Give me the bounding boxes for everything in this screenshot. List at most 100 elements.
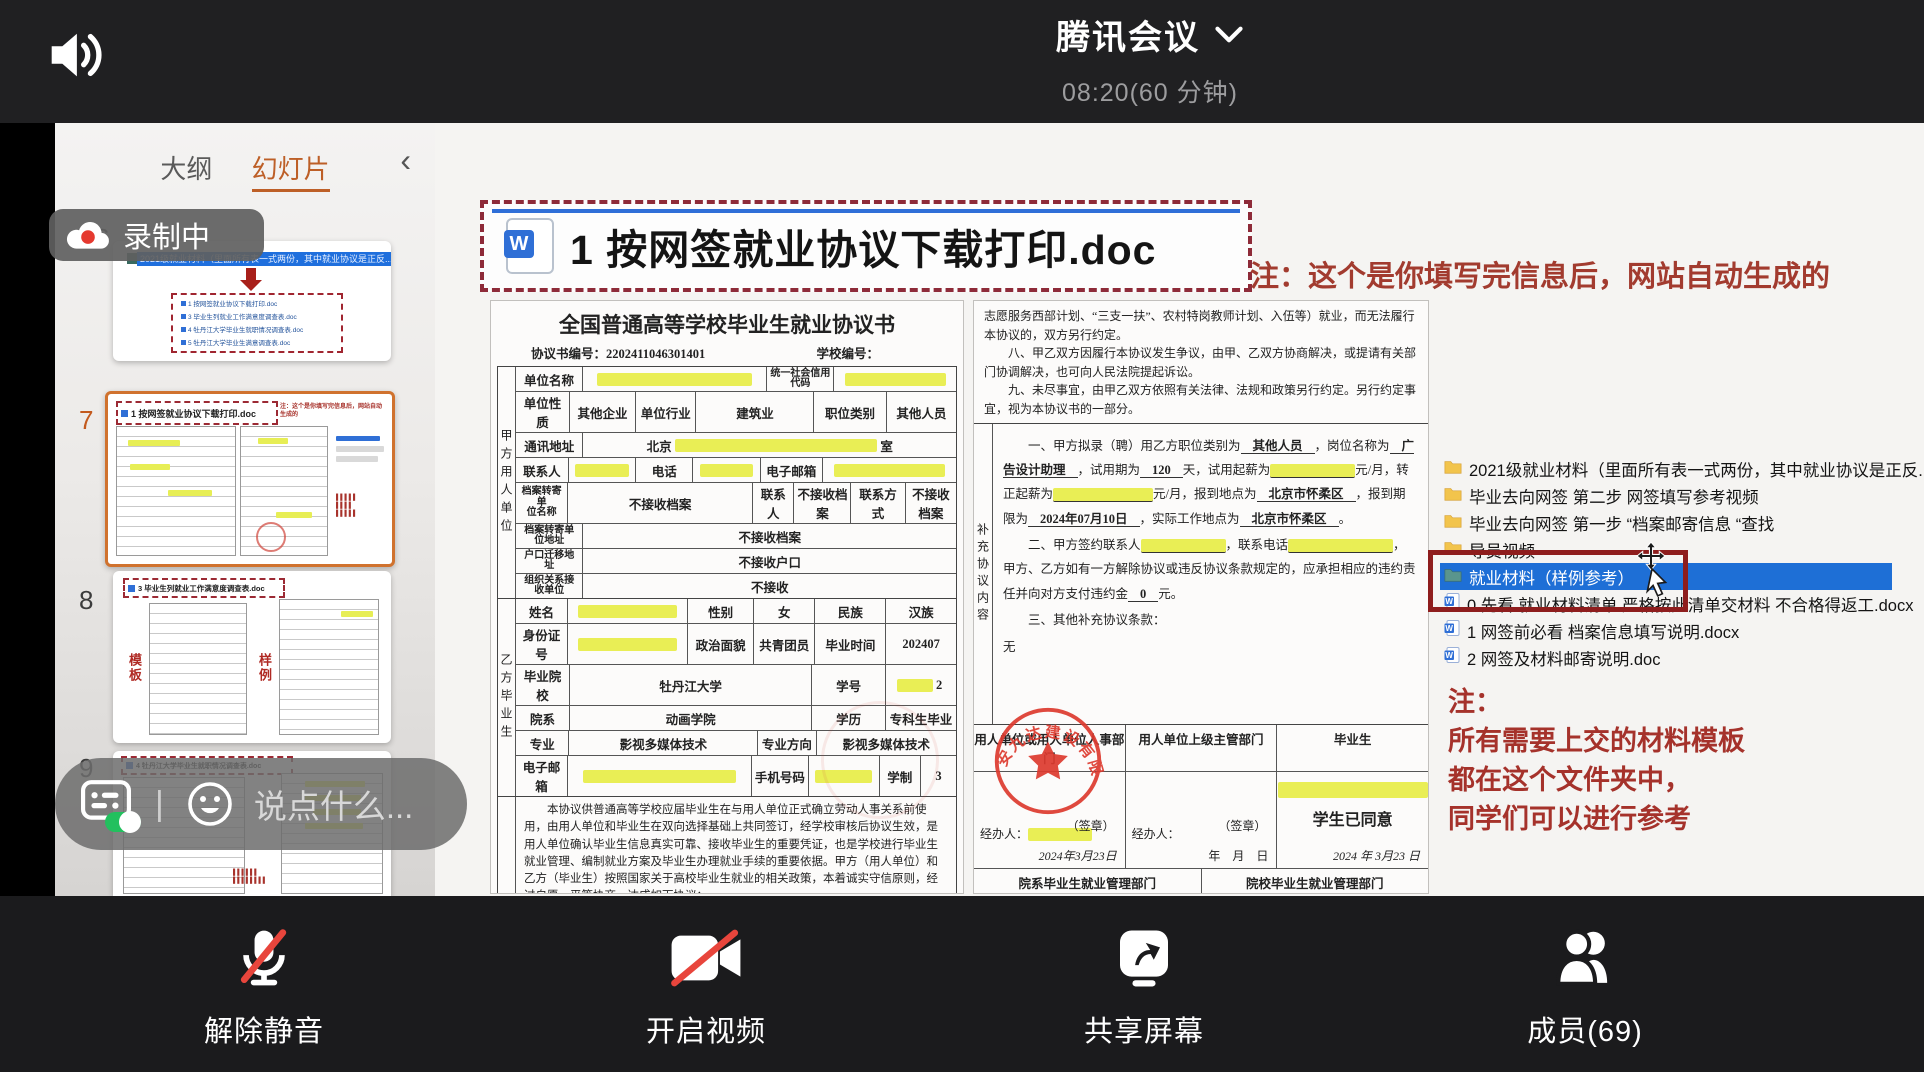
form-label: 专业 <box>516 731 569 755</box>
folder-note-line: 同学们可以进行参考 <box>1448 800 1745 839</box>
content-area: 大纲 幻灯片 ‹ 6 2021级就业材料（里面所有表一式两份，其中就业协议是正反… <box>0 123 1924 896</box>
form-value: 不接收档案 <box>794 483 851 523</box>
form-label: 单位名称 <box>516 367 583 391</box>
supplement-paragraphs: 一、甲方拟录（聘）用乙方职位类别为其他人员，岗位名称为广告设计助理，试用期为12… <box>993 424 1428 724</box>
file-item: 毕业去向网签 第二步 网签填写参考视频 <box>1440 482 1910 509</box>
meeting-window: 腾讯会议 08:20(60 分钟) 大纲 幻灯片 ‹ 6 2021级就业材料（里… <box>0 0 1924 1072</box>
doc-title-box: W 1 按网签就业协议下载打印.doc <box>480 200 1252 292</box>
record-cloud-icon <box>65 218 111 252</box>
form-row: 组织关系接 收单位不接收 <box>516 574 956 598</box>
bottom-toolbar: 解除静音开启视频 共享屏幕 成员(69) <box>0 896 1924 1072</box>
doc-title: 1 按网签就业协议下载打印.doc <box>570 216 1156 276</box>
slide7-note: 注：这个是你填写完信息后，网站自动生成的 <box>280 404 384 419</box>
form-value: 其他企业 <box>570 392 636 432</box>
file-item: 2021级就业材料（里面所有表一式两份，其中就业协议是正反... <box>1440 455 1910 482</box>
mouse-cursor <box>1630 541 1672 601</box>
file-item: W2 网签及材料邮寄说明.doc <box>1440 644 1910 671</box>
sig-cell-graduate: 学生已同意 2024 年 3月23 日 <box>1277 772 1428 868</box>
members-icon <box>1465 916 1705 1000</box>
form-value: 牡丹江大学 <box>570 665 812 705</box>
toolbar-button-camera-off[interactable]: 开启视频 <box>586 916 826 1050</box>
toolbar-button-label: 开启视频 <box>586 1008 826 1050</box>
word-icon: W <box>1444 620 1460 641</box>
form-label: 职位类别 <box>814 392 886 432</box>
sig-cell-supervisor: 经办人： （签章） 年 月 日 <box>1126 772 1278 868</box>
form-value: 动画学院 <box>570 706 812 730</box>
form-row: 档案转寄单 位地址不接收档案 <box>516 524 956 549</box>
slide6-file-line: 1 按网签就业协议下载打印.doc <box>181 298 341 308</box>
form-value: 共青团员 <box>754 624 815 664</box>
form-row: 姓名性别女民族汉族 <box>516 599 956 624</box>
toolbar-button-mic-off[interactable]: 解除静音 <box>144 916 384 1050</box>
form-label: 组织关系接 收单位 <box>516 574 583 598</box>
form-label: 身份证号 <box>516 624 568 664</box>
folder-note-line: 注： <box>1448 683 1745 722</box>
folder-note-line: 都在这个文件夹中， <box>1448 761 1745 800</box>
toolbar-button-share-screen[interactable]: 共享屏幕 <box>1024 916 1264 1050</box>
meeting-title-dropdown[interactable]: 腾讯会议 <box>960 10 1340 59</box>
agreement-page-left: 全国普通高等学校毕业生就业协议书 协议书编号：2202411046301401 … <box>490 300 964 894</box>
form-value-redacted <box>583 367 768 391</box>
form-label: 通讯地址 <box>516 433 583 457</box>
form-title: 全国普通高等学校毕业生就业协议书 <box>491 309 963 339</box>
file-item-label: 2021级就业材料（里面所有表一式两份，其中就业协议是正反... <box>1469 457 1924 481</box>
form-label: 政治面貌 <box>688 624 754 664</box>
side-label-party-a: 甲方用人单位 <box>497 367 516 598</box>
form-value: 202407 <box>886 624 956 664</box>
form-label: 档案转寄单 位名称 <box>516 483 568 523</box>
recording-badge-label: 录制中 <box>123 214 210 256</box>
subtitle-toggle[interactable] <box>81 780 133 828</box>
slide-number-8: 8 <box>79 585 93 616</box>
slide6-file-line: 4 牡丹江大学毕业生就职情况调查表.doc <box>181 324 341 334</box>
speaker-icon[interactable] <box>42 24 104 91</box>
meeting-title: 腾讯会议 <box>1056 10 1200 59</box>
word-doc-icon <box>121 410 128 417</box>
form-label: 电子邮箱 <box>516 756 568 796</box>
company-seal-icon: 安九达建设有限公司 <box>990 703 1106 819</box>
form-value-redacted: 2 <box>886 665 956 705</box>
form-value-redacted <box>568 599 688 623</box>
slide6-file-line: 3 毕业生列就业工作满意度调查表.doc <box>181 311 341 321</box>
chat-placeholder: 说点什么... <box>254 780 414 828</box>
generated-note: 注：这个是你填写完信息后，网站自动生成的 <box>1250 253 1830 295</box>
side-label-party-b: 乙方毕业生 <box>497 599 516 796</box>
form-row: 毕业院校牡丹江大学学号2 <box>516 665 956 706</box>
panel-header: 大纲 幻灯片 ‹ <box>55 123 435 191</box>
form-label: 手机号码 <box>752 756 809 796</box>
form-label: 档案转寄单 位地址 <box>516 524 583 548</box>
sig-header-graduate: 毕业生 <box>1277 725 1428 772</box>
form-label: 统一社会信用 代码 <box>767 367 834 391</box>
divider: | <box>155 785 164 824</box>
form-label: 单位性质 <box>516 392 570 432</box>
mic-off-icon <box>144 916 384 1000</box>
form-value: 不接收档案 <box>906 483 956 523</box>
folder-icon <box>1444 486 1462 506</box>
form-label: 民族 <box>815 599 886 623</box>
form-row: 户口迁移地 址不接收户口 <box>516 549 956 574</box>
sig-header-school: 院校毕业生就业管理部门 <box>1202 868 1429 894</box>
folder-icon <box>1444 459 1462 479</box>
form-label: 毕业院校 <box>516 665 570 705</box>
slide6-file-lines: 1 按网签就业协议下载打印.doc 3 毕业生列就业工作满意度调查表.doc 4 牡… <box>171 293 343 353</box>
toggle-on-icon <box>105 812 141 832</box>
chat-input-bar[interactable]: | 说点什么... <box>55 758 467 850</box>
form-value: 不接收户口 <box>583 549 956 573</box>
form-label: 联系方式 <box>851 483 905 523</box>
emoji-icon[interactable] <box>186 780 234 828</box>
tab-outline: 大纲 <box>160 154 212 189</box>
file-item-label: 1 网签前必看 档案信息填写说明.docx <box>1467 619 1739 643</box>
sig-header-supervisor: 用人单位上级主管部门 <box>1126 725 1278 772</box>
toolbar-button-members[interactable]: 成员(69) <box>1465 916 1705 1050</box>
recording-badge[interactable]: 录制中 <box>49 209 264 261</box>
chevron-down-icon <box>1214 25 1244 44</box>
form-value: 其他人员 <box>887 392 956 432</box>
svg-text:W: W <box>1445 624 1453 633</box>
slides-panel: 大纲 幻灯片 ‹ 6 2021级就业材料（里面所有表一式两份，其中就业协议是正反… <box>55 123 435 896</box>
form-label: 姓名 <box>516 599 568 623</box>
slide6-file-line: 5 牡丹江大学毕业生满意调查表.doc <box>181 337 341 347</box>
form-value: 影视多媒体技术 <box>569 731 758 755</box>
form-row: 单位性质其他企业单位行业建筑业职位类别其他人员 <box>516 392 956 433</box>
side-label-supplement: 补充协议内容 <box>974 424 993 724</box>
tab-slides: 幻灯片 <box>252 154 330 192</box>
sig-header-dept: 院系毕业生就业管理部门 <box>974 868 1202 894</box>
